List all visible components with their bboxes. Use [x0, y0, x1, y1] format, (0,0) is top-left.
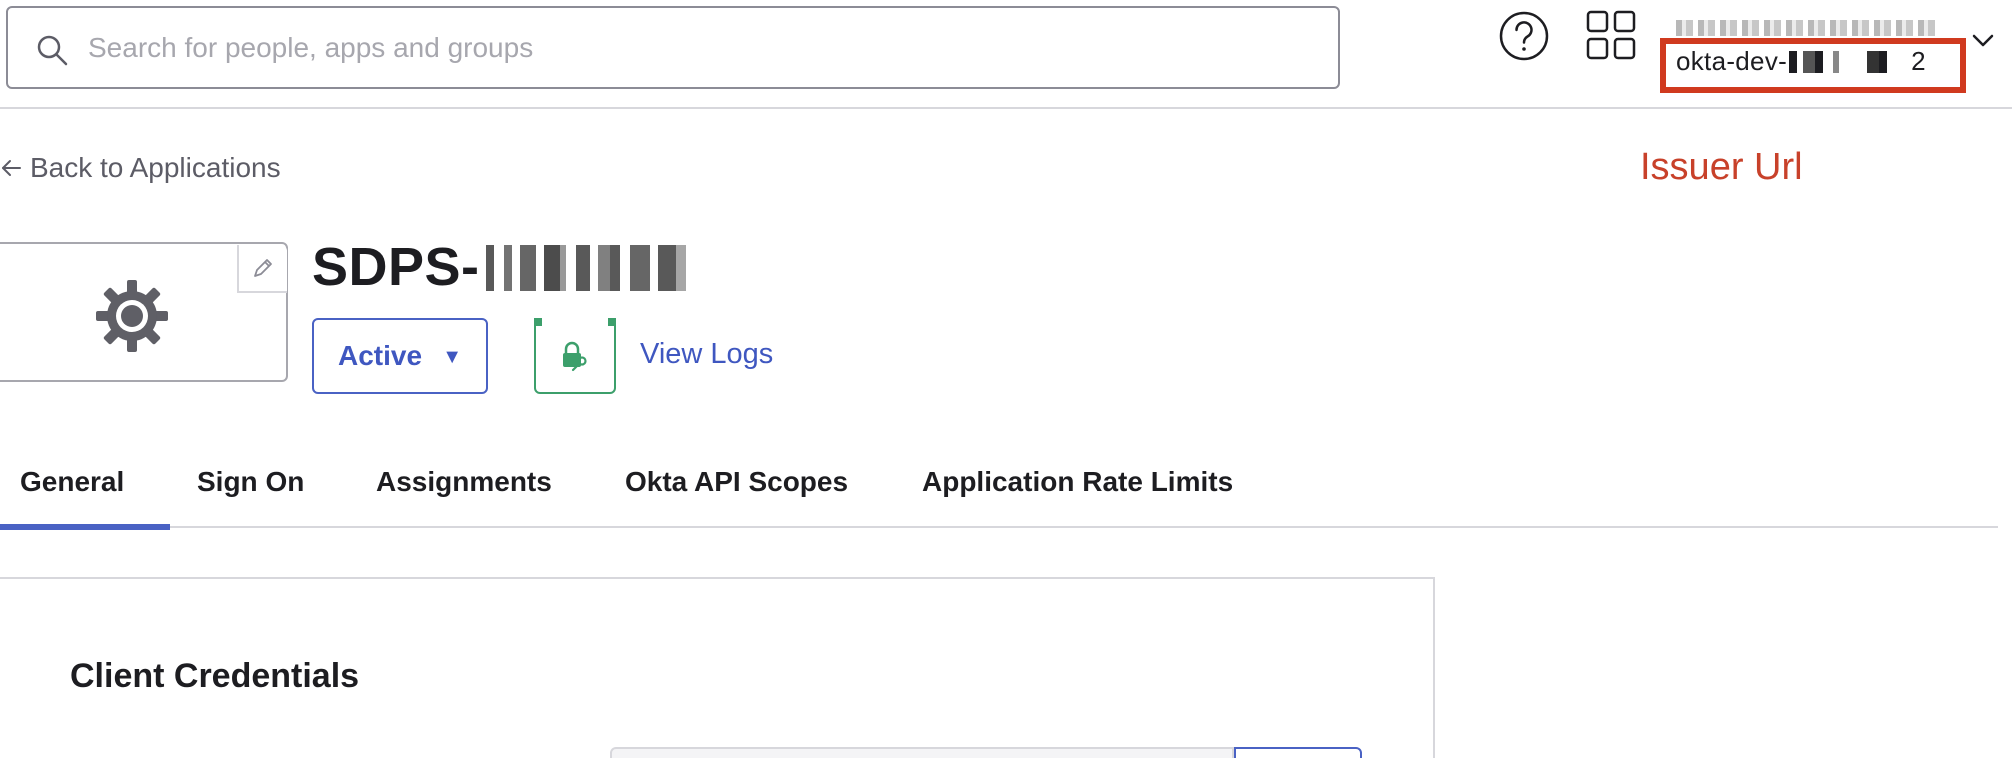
client-credentials-card: Client Credentials: [0, 577, 1435, 758]
card-title: Client Credentials: [70, 657, 360, 695]
pencil-icon: [254, 259, 272, 277]
caret-down-icon: ▼: [442, 346, 462, 368]
chevron-down-icon[interactable]: [1970, 28, 1996, 54]
top-bar: okta-dev-2: [0, 0, 2012, 109]
tab-bar: General Sign On Assignments Okta API Sco…: [0, 452, 1998, 530]
app-title-prefix: SDPS-: [312, 237, 480, 297]
search-box[interactable]: [6, 6, 1340, 89]
copy-button[interactable]: [1234, 747, 1362, 758]
back-to-applications-link[interactable]: Back to Applications: [0, 152, 281, 184]
lock-key-icon: [563, 341, 587, 372]
tab-okta-api-scopes[interactable]: Okta API Scopes: [625, 466, 848, 498]
status-label: Active: [338, 340, 423, 371]
tab-application-rate-limits[interactable]: Application Rate Limits: [922, 466, 1233, 498]
push-groups-button[interactable]: [534, 318, 616, 394]
app-title: SDPS-: [312, 236, 720, 298]
back-link-label: Back to Applications: [30, 152, 281, 183]
issuer-url-annotation: Issuer Url: [1640, 146, 1803, 188]
help-icon[interactable]: [1498, 10, 1550, 62]
gear-icon: [96, 280, 168, 352]
tab-sign-on[interactable]: Sign On: [197, 466, 304, 498]
tab-general[interactable]: General: [0, 466, 171, 530]
arrow-left-icon: [2, 160, 21, 176]
client-id-field[interactable]: [610, 747, 1234, 758]
apps-grid-icon[interactable]: [1586, 10, 1636, 60]
app-title-redacted: [479, 245, 720, 291]
view-logs-link[interactable]: View Logs: [640, 338, 773, 371]
status-dropdown-button[interactable]: Active ▼: [312, 318, 488, 394]
search-icon: [37, 35, 68, 66]
search-input[interactable]: [88, 18, 1318, 78]
tab-assignments[interactable]: Assignments: [376, 466, 552, 498]
issuer-url-highlight: [1660, 38, 1966, 93]
edit-logo-button[interactable]: [237, 245, 287, 293]
